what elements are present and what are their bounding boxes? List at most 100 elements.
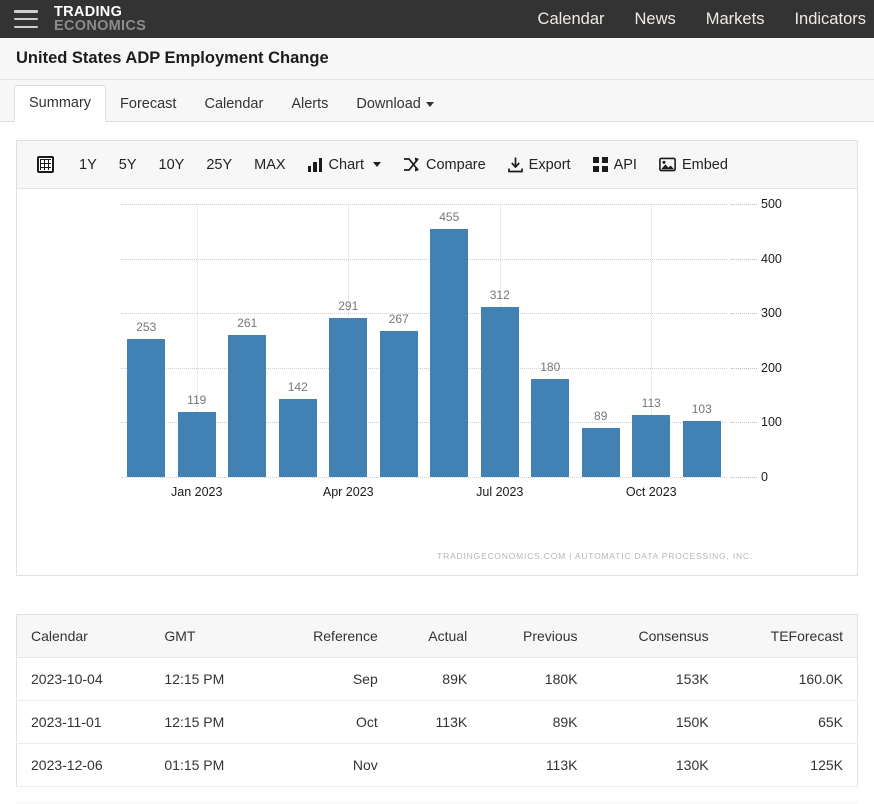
chart-bar-value-label: 261 <box>237 315 258 330</box>
col-calendar[interactable]: Calendar <box>16 614 151 658</box>
chart-bar-value-label: 267 <box>388 312 409 327</box>
image-icon <box>659 157 676 172</box>
chart-bar[interactable] <box>430 228 469 477</box>
embed-button[interactable]: Embed <box>648 153 739 177</box>
table-grid-icon <box>37 156 54 173</box>
chart-bar-value-label: 180 <box>540 359 561 374</box>
chart-bar-value-label: 89 <box>594 409 608 424</box>
chart-bar-item[interactable]: 267 <box>379 204 418 477</box>
chart-bar[interactable] <box>228 334 267 477</box>
tab-download[interactable]: Download <box>342 87 448 122</box>
chart-bar[interactable] <box>581 428 620 477</box>
col-reference[interactable]: Reference <box>267 614 392 658</box>
bar-chart-icon <box>307 157 323 172</box>
col-teforecast[interactable]: TEForecast <box>722 614 858 658</box>
cell-gmt: 12:15 PM <box>150 657 268 701</box>
compare-label: Compare <box>426 156 486 173</box>
col-gmt[interactable]: GMT <box>150 614 268 658</box>
tab-forecast[interactable]: Forecast <box>106 87 190 122</box>
section-tabs: Summary Forecast Calendar Alerts Downloa… <box>0 80 874 122</box>
calendar-table: Calendar GMT Reference Actual Previous C… <box>16 614 858 787</box>
chart-bar-item[interactable]: 142 <box>278 204 317 477</box>
table-view-button[interactable] <box>31 152 68 177</box>
cell-calendar: 2023-10-04 <box>16 657 151 701</box>
chart-x-axis-label: Oct 2023 <box>625 485 677 499</box>
cell-teforecast: 65K <box>722 700 858 744</box>
chart-x-axis-label: Jul 2023 <box>476 485 524 499</box>
col-actual[interactable]: Actual <box>391 614 482 658</box>
chart-bar-item[interactable]: 103 <box>682 204 721 477</box>
cell-reference: Sep <box>267 657 392 701</box>
range-5y[interactable]: 5Y <box>108 153 148 177</box>
export-button[interactable]: Export <box>497 153 582 177</box>
chart-bar-item[interactable]: 89 <box>581 204 620 477</box>
chart-y-axis-label: 0 <box>761 470 768 484</box>
nav-link-markets[interactable]: Markets <box>706 10 765 29</box>
chart-bar-item[interactable]: 113 <box>632 204 671 477</box>
chart-type-button[interactable]: Chart <box>297 153 392 177</box>
table-header-row: Calendar GMT Reference Actual Previous C… <box>16 614 858 658</box>
chart-bar[interactable] <box>177 412 216 477</box>
nav-link-calendar[interactable]: Calendar <box>538 10 605 29</box>
cell-previous: 180K <box>481 657 592 701</box>
chart-canvas[interactable]: 253 119 261 142 291 267 455 312 180 89 113 103 0 100… <box>17 189 857 575</box>
api-button[interactable]: API <box>582 153 648 177</box>
range-1y[interactable]: 1Y <box>68 153 108 177</box>
chart-bar-value-label: 253 <box>136 319 157 334</box>
page-title-bar: United States ADP Employment Change <box>0 38 874 80</box>
download-icon <box>507 157 523 172</box>
cell-teforecast: 160.0K <box>722 657 858 701</box>
nav-link-news[interactable]: News <box>635 10 676 29</box>
chart-bar-value-label: 103 <box>691 401 712 416</box>
chart-bar-value-label: 119 <box>187 393 207 408</box>
chart-y-axis-label: 100 <box>761 415 782 430</box>
hamburger-line <box>14 25 38 28</box>
chevron-down-icon <box>425 101 434 107</box>
range-10y[interactable]: 10Y <box>148 153 196 177</box>
chart-attribution: TRADINGECONOMICS.COM | AUTOMATIC DATA PR… <box>437 551 753 561</box>
chart-bar-item[interactable]: 119 <box>177 204 216 477</box>
chart-bar[interactable] <box>379 331 418 477</box>
chart-bar[interactable] <box>480 306 519 477</box>
cell-consensus: 130K <box>591 743 723 787</box>
chart-bar-item[interactable]: 455 <box>430 204 469 477</box>
chart-bar[interactable] <box>632 415 671 477</box>
tab-alerts[interactable]: Alerts <box>277 87 342 122</box>
cell-gmt: 12:15 PM <box>150 700 268 744</box>
range-25y[interactable]: 25Y <box>195 153 243 177</box>
table-row[interactable]: 2023-12-06 01:15 PM Nov 113K 130K 125K <box>16 743 858 787</box>
chart-bar[interactable] <box>531 378 570 477</box>
chart-bar-item[interactable]: 253 <box>127 204 166 477</box>
export-label: Export <box>528 156 571 173</box>
nav-link-indicators[interactable]: Indicators <box>794 10 866 29</box>
chart-bar-item[interactable]: 261 <box>228 204 267 477</box>
chart-bar-item[interactable]: 312 <box>480 204 519 477</box>
hamburger-menu-icon[interactable] <box>14 10 38 28</box>
chart-bar[interactable] <box>682 420 721 477</box>
range-max[interactable]: MAX <box>243 153 296 177</box>
chart-bar[interactable] <box>329 318 368 477</box>
chart-bar-item[interactable]: 291 <box>329 204 368 477</box>
chart-y-axis-label: 200 <box>761 360 782 375</box>
chart-bar-item[interactable]: 180 <box>531 204 570 477</box>
tab-calendar[interactable]: Calendar <box>190 87 277 122</box>
cell-gmt: 01:15 PM <box>150 743 268 787</box>
chart-bar[interactable] <box>127 338 166 477</box>
cell-reference: Nov <box>267 743 392 787</box>
col-consensus[interactable]: Consensus <box>591 614 723 658</box>
compare-button[interactable]: Compare <box>392 153 497 177</box>
embed-label: Embed <box>681 156 728 173</box>
shuffle-icon <box>404 157 420 172</box>
cell-teforecast: 125K <box>722 743 858 787</box>
chart-bar[interactable] <box>278 399 317 477</box>
tab-summary[interactable]: Summary <box>14 85 107 122</box>
four-squares-icon <box>592 157 608 172</box>
chart-bar-value-label: 113 <box>641 396 661 411</box>
chart-bars: 253 119 261 142 291 267 455 312 180 89 113 103 <box>121 204 727 477</box>
table-row[interactable]: 2023-10-04 12:15 PM Sep 89K 180K 153K 160.0K <box>16 657 858 701</box>
cell-reference: Oct <box>267 700 392 744</box>
cell-consensus: 153K <box>591 657 723 701</box>
table-row[interactable]: 2023-11-01 12:15 PM Oct 113K 89K 150K 65K <box>16 700 858 744</box>
site-logo[interactable]: TRADING ECONOMICS <box>54 5 146 33</box>
col-previous[interactable]: Previous <box>481 614 592 658</box>
